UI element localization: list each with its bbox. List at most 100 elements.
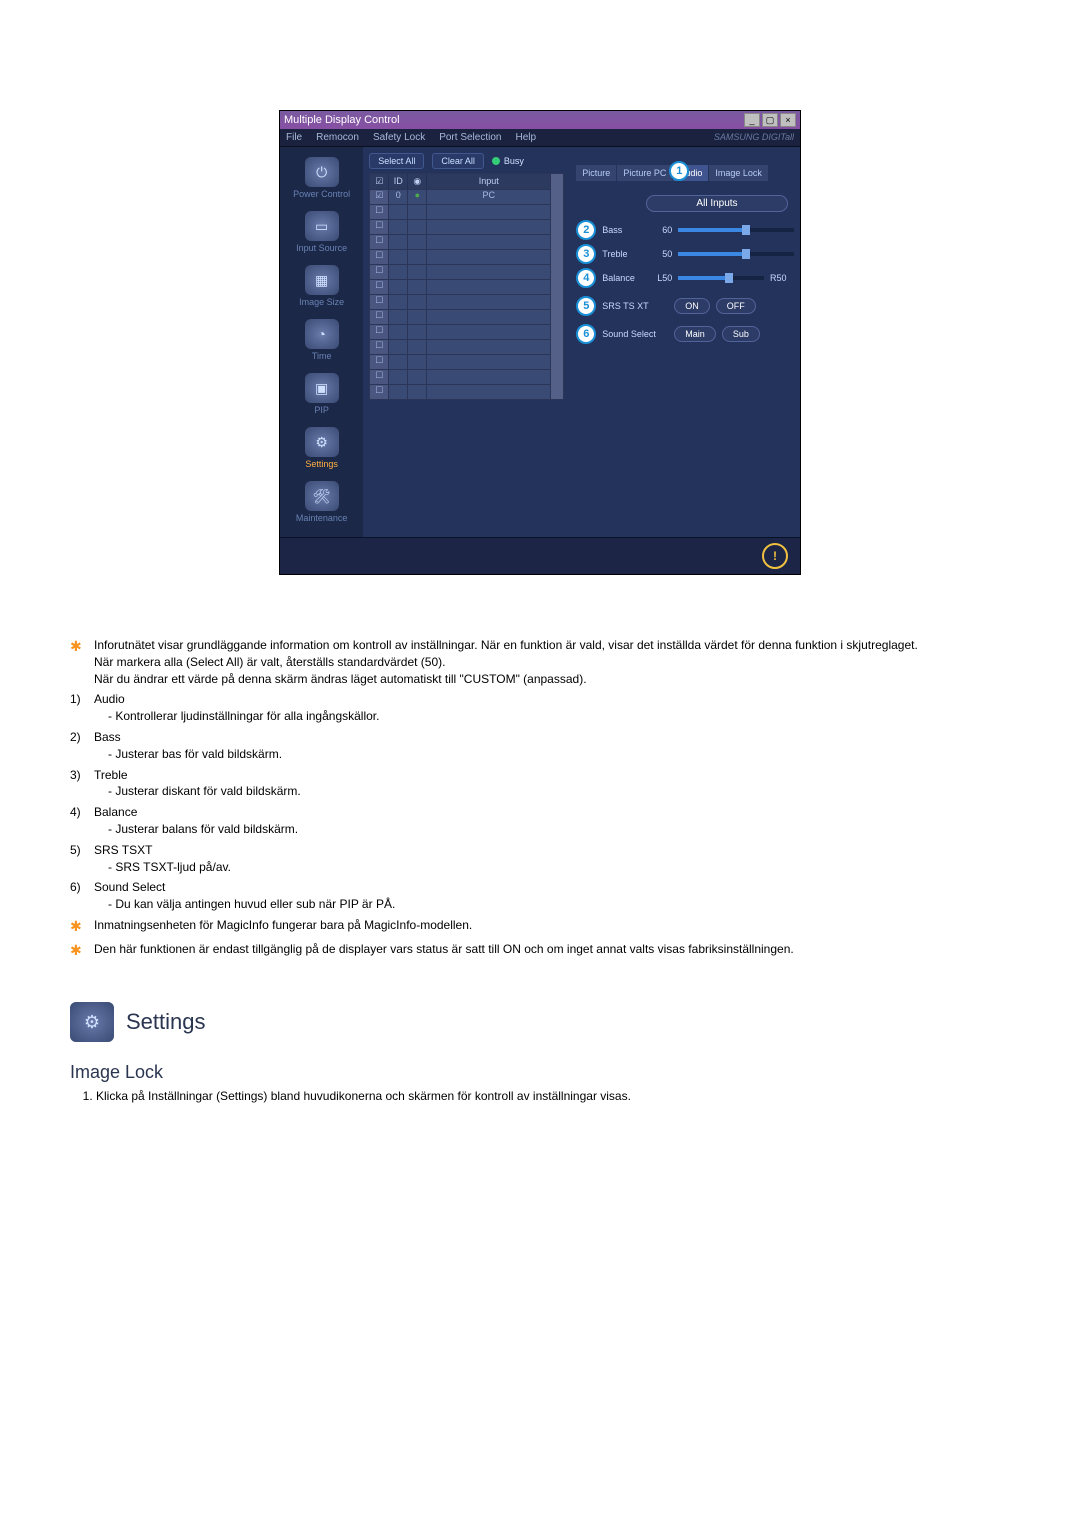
balance-slider[interactable] bbox=[678, 276, 764, 280]
gear-icon: ⚙ bbox=[70, 1002, 114, 1042]
bass-slider[interactable] bbox=[678, 228, 794, 232]
list-desc: - Justerar balans för vald bildskärm. bbox=[108, 821, 1010, 838]
pip-icon: ▣ bbox=[305, 373, 339, 403]
sound-sub-button[interactable]: Sub bbox=[722, 326, 760, 342]
table-row[interactable]: ☐ bbox=[370, 204, 550, 219]
sound-select-row: 6 Sound Select Main Sub bbox=[576, 324, 794, 344]
gear-icon: ⚙ bbox=[305, 427, 339, 457]
titlebar: Multiple Display Control _ ▢ × bbox=[280, 111, 800, 129]
table-row[interactable]: ☐ bbox=[370, 279, 550, 294]
star-icon: ✱ bbox=[70, 917, 94, 937]
section-head: ⚙ Settings bbox=[70, 1002, 1010, 1042]
menu-safety-lock[interactable]: Safety Lock bbox=[373, 132, 425, 143]
list-desc: - Kontrollerar ljudinställningar för all… bbox=[108, 708, 1010, 725]
row-id: 0 bbox=[389, 190, 408, 204]
sidebar-item-maintenance[interactable]: 🛠 Maintenance bbox=[280, 477, 363, 531]
callout-5: 5 bbox=[576, 296, 596, 316]
list-desc: - SRS TSXT-ljud på/av. bbox=[108, 859, 1010, 876]
close-icon[interactable]: × bbox=[780, 113, 796, 127]
sidebar-item-label: Input Source bbox=[296, 243, 347, 253]
list-title: Sound Select bbox=[94, 879, 1010, 896]
tab-picture[interactable]: Picture bbox=[576, 165, 616, 181]
size-icon: ▦ bbox=[305, 265, 339, 295]
table-row[interactable]: ☐ bbox=[370, 354, 550, 369]
menu-remocon[interactable]: Remocon bbox=[316, 132, 359, 143]
balance-label: Balance bbox=[602, 273, 642, 283]
busy-dot-icon bbox=[492, 157, 500, 165]
sidebar-item-time[interactable]: ◔ Time bbox=[280, 315, 363, 369]
list-number: 3) bbox=[70, 767, 94, 801]
slider-thumb[interactable] bbox=[742, 225, 750, 235]
select-all-button[interactable]: Select All bbox=[369, 153, 424, 169]
minimize-icon[interactable]: _ bbox=[744, 113, 760, 127]
srs-off-button[interactable]: OFF bbox=[716, 298, 756, 314]
lamp-icon: ◉ bbox=[408, 174, 427, 189]
footer-bar: ! bbox=[280, 537, 800, 574]
window-buttons: _ ▢ × bbox=[744, 113, 796, 127]
row-lamp: ● bbox=[408, 190, 427, 204]
callout-3: 3 bbox=[576, 244, 596, 264]
sidebar-item-input-source[interactable]: ▭ Input Source bbox=[280, 207, 363, 261]
slider-thumb[interactable] bbox=[742, 249, 750, 259]
table-row[interactable]: ☐ bbox=[370, 324, 550, 339]
balance-row: 4 Balance L50 R50 bbox=[576, 268, 794, 288]
slider-thumb[interactable] bbox=[725, 273, 733, 283]
bass-label: Bass bbox=[602, 225, 642, 235]
app-window: Multiple Display Control _ ▢ × File Remo… bbox=[279, 110, 801, 575]
table-row[interactable]: ☐ bbox=[370, 219, 550, 234]
table-row[interactable]: ☑ 0 ● PC bbox=[370, 189, 550, 204]
callout-2: 2 bbox=[576, 220, 596, 240]
row-check[interactable]: ☑ bbox=[370, 190, 389, 204]
table-row[interactable]: ☐ bbox=[370, 384, 550, 399]
menu-help[interactable]: Help bbox=[515, 132, 536, 143]
menu-file[interactable]: File bbox=[286, 132, 302, 143]
table-row[interactable]: ☐ bbox=[370, 369, 550, 384]
sidebar-item-power[interactable]: ⏻ Power Control bbox=[280, 153, 363, 207]
scrollbar[interactable] bbox=[551, 173, 564, 400]
time-icon: ◔ bbox=[305, 319, 339, 349]
table-row[interactable]: ☐ bbox=[370, 309, 550, 324]
all-inputs-button[interactable]: All Inputs bbox=[646, 195, 788, 212]
table-row[interactable]: ☐ bbox=[370, 234, 550, 249]
tab-picture-pc[interactable]: Picture PC bbox=[617, 165, 672, 181]
sidebar-item-image-size[interactable]: ▦ Image Size bbox=[280, 261, 363, 315]
grid-header: ☑ ID ◉ Input bbox=[370, 174, 550, 189]
list-step: Klicka på Inställningar (Settings) bland… bbox=[96, 1089, 1010, 1103]
list-number: 2) bbox=[70, 729, 94, 763]
section-title: Settings bbox=[126, 1009, 206, 1035]
list-title: Bass bbox=[94, 729, 1010, 746]
center-panel: Select All Clear All Busy ☑ ID ◉ Input bbox=[363, 147, 570, 537]
table-row[interactable]: ☐ bbox=[370, 249, 550, 264]
doc-paragraph: Den här funktionen är endast tillgänglig… bbox=[94, 941, 1010, 961]
table-row[interactable]: ☐ bbox=[370, 294, 550, 309]
tabs: Picture Picture PC 1 Audio Image Lock bbox=[576, 165, 794, 181]
wrench-icon: 🛠 bbox=[305, 481, 339, 511]
treble-slider[interactable] bbox=[678, 252, 794, 256]
balance-left-value: L50 bbox=[648, 273, 672, 283]
sidebar-item-pip[interactable]: ▣ PIP bbox=[280, 369, 363, 423]
callout-1: 1 bbox=[669, 161, 689, 181]
maximize-icon[interactable]: ▢ bbox=[762, 113, 778, 127]
list-desc: - Justerar diskant för vald bildskärm. bbox=[108, 783, 1010, 800]
balance-right-value: R50 bbox=[770, 273, 794, 283]
menu-port-selection[interactable]: Port Selection bbox=[439, 132, 501, 143]
table-row[interactable]: ☐ bbox=[370, 339, 550, 354]
sound-main-button[interactable]: Main bbox=[674, 326, 716, 342]
sub-heading: Image Lock bbox=[70, 1062, 1010, 1083]
doc-body: ✱ Inforutnätet visar grundläggande infor… bbox=[70, 635, 1010, 1103]
sidebar-item-label: Settings bbox=[305, 459, 338, 469]
tab-audio[interactable]: 1 Audio bbox=[673, 165, 708, 181]
clear-all-button[interactable]: Clear All bbox=[432, 153, 484, 169]
sidebar-item-label: Image Size bbox=[299, 297, 344, 307]
callout-6: 6 bbox=[576, 324, 596, 344]
srs-on-button[interactable]: ON bbox=[674, 298, 710, 314]
list-number: 4) bbox=[70, 804, 94, 838]
sidebar-item-settings[interactable]: ⚙ Settings bbox=[280, 423, 363, 477]
tab-image-lock[interactable]: Image Lock bbox=[709, 165, 768, 181]
treble-row: 3 Treble 50 bbox=[576, 244, 794, 264]
table-row[interactable]: ☐ bbox=[370, 264, 550, 279]
list-title: SRS TSXT bbox=[94, 842, 1010, 859]
list-number: 1) bbox=[70, 691, 94, 725]
header-check[interactable]: ☑ bbox=[370, 174, 389, 189]
alert-icon: ! bbox=[762, 543, 788, 569]
